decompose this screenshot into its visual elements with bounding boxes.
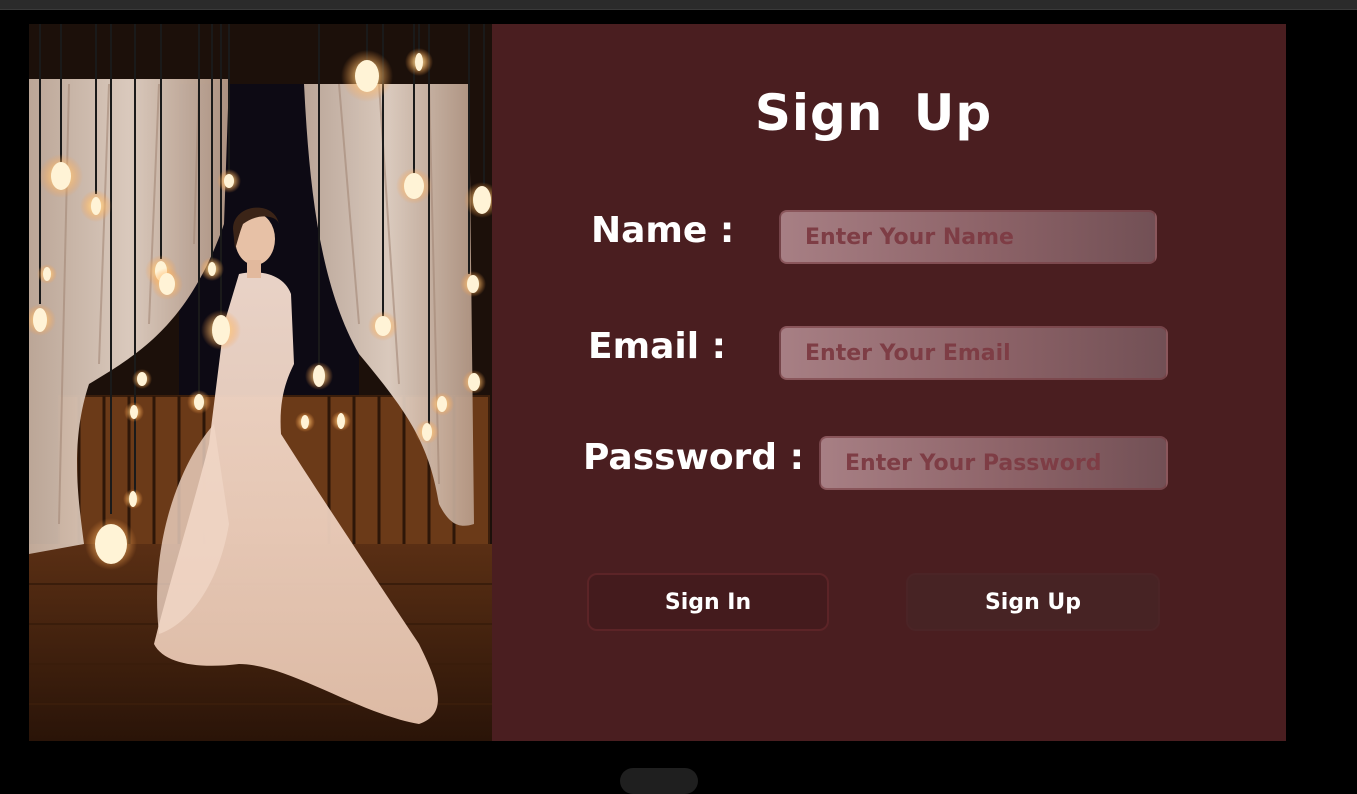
password-label: Password : xyxy=(583,437,805,478)
bottom-scroll-handle xyxy=(620,768,698,794)
form-title: Sign Up xyxy=(754,84,993,142)
sign-in-button[interactable]: Sign In xyxy=(587,573,829,631)
email-label: Email : xyxy=(588,326,727,367)
window-top-bar xyxy=(0,0,1357,10)
bride-photo xyxy=(29,24,492,741)
bride-photo-illustration xyxy=(29,24,492,741)
signup-form: Sign Up Name : Email : Password : Sign I… xyxy=(492,24,1286,741)
password-input[interactable] xyxy=(819,436,1168,490)
email-input[interactable] xyxy=(779,326,1168,380)
name-input[interactable] xyxy=(779,210,1157,264)
signup-card: Sign Up Name : Email : Password : Sign I… xyxy=(29,24,1286,741)
sign-up-button[interactable]: Sign Up xyxy=(906,573,1160,631)
name-label: Name : xyxy=(591,210,735,251)
